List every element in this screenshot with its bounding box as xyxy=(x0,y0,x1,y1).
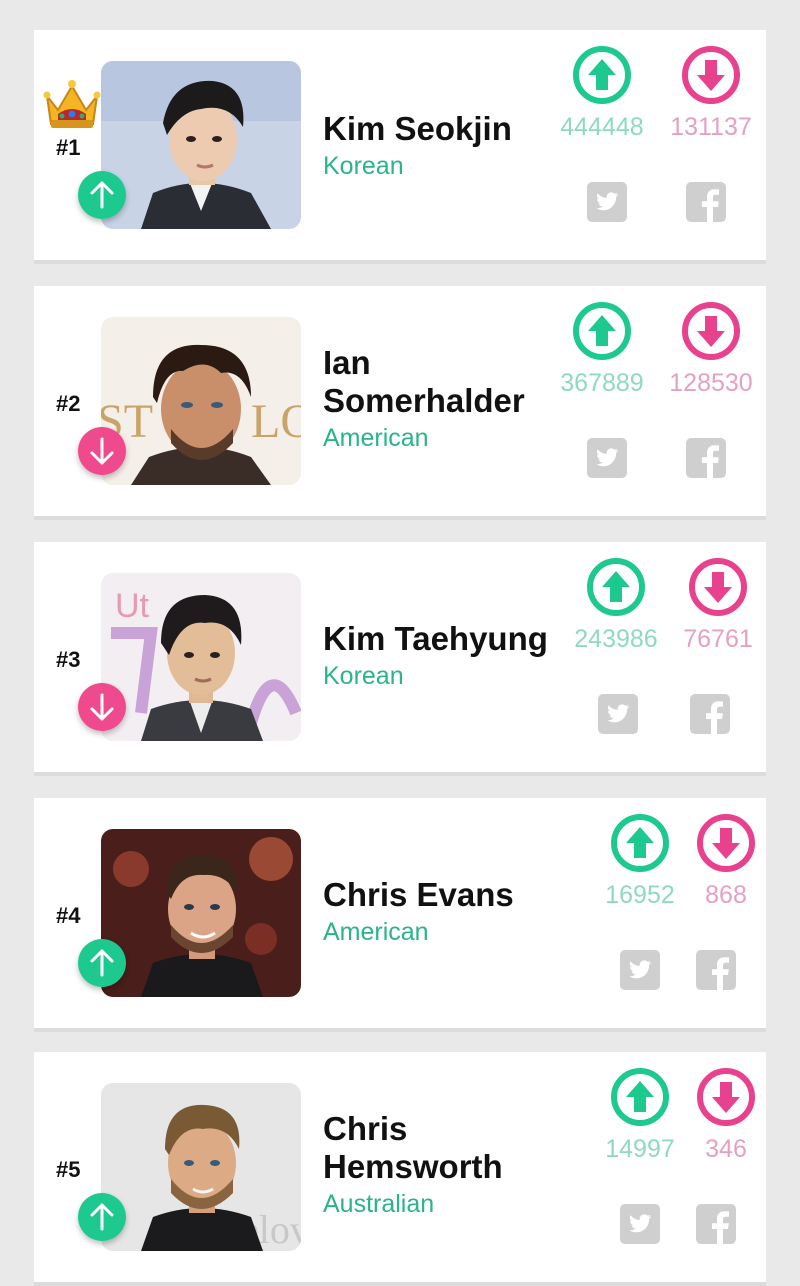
celebrity-info: Kim Seokjin Korean xyxy=(323,110,563,182)
celebrity-nationality: Korean xyxy=(323,662,404,690)
facebook-icon[interactable] xyxy=(686,182,726,222)
celebrity-photo[interactable]: velov xyxy=(101,1083,301,1251)
twitter-icon[interactable] xyxy=(620,1204,660,1244)
facebook-icon[interactable] xyxy=(686,438,726,478)
downvote-group: 868 xyxy=(676,812,776,910)
trend-up-icon xyxy=(78,171,126,219)
celebrity-name[interactable]: Chris Evans xyxy=(323,876,583,914)
trend-up-icon xyxy=(78,1193,126,1241)
celebrity-photo[interactable]: ST LO xyxy=(101,317,301,485)
celebrity-info: Ian Somerhalder American xyxy=(323,344,563,454)
celebrity-photo[interactable] xyxy=(101,61,301,229)
upvote-count: 16952 xyxy=(605,881,675,909)
upvote-count: 243986 xyxy=(574,625,658,653)
rank-label: #2 xyxy=(56,391,81,416)
twitter-icon[interactable] xyxy=(587,438,627,478)
upvote-group: 444448 xyxy=(552,44,652,142)
facebook-icon[interactable] xyxy=(696,950,736,990)
celebrity-nationality: American xyxy=(323,918,429,946)
upvote-icon[interactable] xyxy=(585,556,647,618)
downvote-count: 76761 xyxy=(683,625,753,653)
celebrity-photo[interactable]: Ut xyxy=(101,573,301,741)
rank-label: #5 xyxy=(56,1157,81,1182)
rank-label: #3 xyxy=(56,647,81,672)
upvote-icon[interactable] xyxy=(609,1066,671,1128)
facebook-icon[interactable] xyxy=(696,1204,736,1244)
facebook-icon[interactable] xyxy=(690,694,730,734)
rank-label: #1 xyxy=(56,135,81,160)
ranking-card-3[interactable]: #3 Ut Kim Taehyung Korean 243986 76761 xyxy=(34,542,766,772)
ranking-card-4[interactable]: #4 Chris Evans American 16952 868 xyxy=(34,798,766,1028)
downvote-count: 868 xyxy=(705,881,747,909)
trend-up-icon xyxy=(78,939,126,987)
rank-label: #4 xyxy=(56,903,81,928)
celebrity-info: Kim Taehyung Korean xyxy=(323,620,583,692)
downvote-count: 128530 xyxy=(669,369,753,397)
ranking-card-2[interactable]: #2 ST LO Ian Somerhalder American 367889… xyxy=(34,286,766,516)
upvote-icon[interactable] xyxy=(571,44,633,106)
celebrity-nationality: Australian xyxy=(323,1190,435,1218)
downvote-icon[interactable] xyxy=(687,556,749,618)
upvote-count: 14997 xyxy=(605,1135,675,1163)
downvote-icon[interactable] xyxy=(680,44,742,106)
ranking-card-1[interactable]: #1 Kim Seokjin Korean 444448 131137 xyxy=(34,30,766,260)
svg-text:Ut: Ut xyxy=(115,587,150,625)
celebrity-info: Chris Evans American xyxy=(323,876,583,948)
upvote-icon[interactable] xyxy=(609,812,671,874)
upvote-group: 16952 xyxy=(590,812,690,910)
downvote-group: 76761 xyxy=(668,556,768,654)
celebrity-nationality: American xyxy=(323,424,429,452)
twitter-icon[interactable] xyxy=(620,950,660,990)
twitter-icon[interactable] xyxy=(598,694,638,734)
crown-icon xyxy=(43,80,101,128)
downvote-icon[interactable] xyxy=(695,1066,757,1128)
downvote-icon[interactable] xyxy=(695,812,757,874)
celebrity-name[interactable]: Kim Seokjin xyxy=(323,110,563,148)
celebrity-photo[interactable] xyxy=(101,829,301,997)
upvote-group: 243986 xyxy=(566,556,666,654)
upvote-group: 367889 xyxy=(552,300,652,398)
downvote-count: 346 xyxy=(705,1135,747,1163)
twitter-icon[interactable] xyxy=(587,182,627,222)
celebrity-name[interactable]: Chris Hemsworth xyxy=(323,1110,563,1186)
downvote-group: 131137 xyxy=(661,44,761,142)
downvote-group: 346 xyxy=(676,1066,776,1164)
celebrity-name[interactable]: Kim Taehyung xyxy=(323,620,583,658)
upvote-group: 14997 xyxy=(590,1066,690,1164)
ranking-list: #1 Kim Seokjin Korean 444448 131137 #2 S… xyxy=(0,0,800,1286)
celebrity-info: Chris Hemsworth Australian xyxy=(323,1110,563,1220)
svg-text:LO: LO xyxy=(251,395,301,448)
downvote-count: 131137 xyxy=(670,113,752,141)
trend-down-icon xyxy=(78,683,126,731)
upvote-count: 444448 xyxy=(560,113,644,141)
celebrity-nationality: Korean xyxy=(323,152,404,180)
trend-down-icon xyxy=(78,427,126,475)
upvote-icon[interactable] xyxy=(571,300,633,362)
downvote-group: 128530 xyxy=(661,300,761,398)
ranking-card-5[interactable]: #5 velov Chris Hemsworth Australian 1499… xyxy=(34,1052,766,1282)
celebrity-name[interactable]: Ian Somerhalder xyxy=(323,344,563,420)
downvote-icon[interactable] xyxy=(680,300,742,362)
upvote-count: 367889 xyxy=(560,369,644,397)
